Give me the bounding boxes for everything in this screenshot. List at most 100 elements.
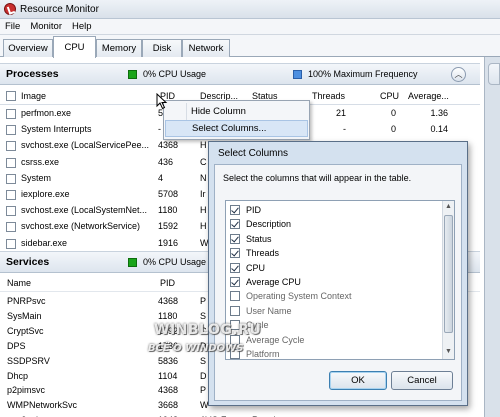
service-name: DPS [7,340,26,351]
column-option-label: Platform [246,349,280,359]
collapse-processes-button[interactable]: ︿ [451,67,466,82]
process-image: perfmon.exe [21,108,72,118]
process-average-cpu: 1.36 [430,108,448,118]
services-cpu-swatch [128,257,137,267]
process-pid: 436 [158,156,174,167]
column-option-label: Cycle [246,320,269,331]
cancel-button[interactable]: Cancel [391,371,453,390]
process-checkbox[interactable] [6,206,16,217]
max-frequency-swatch [293,69,302,79]
column-option-checkbox[interactable] [230,305,240,316]
process-checkbox[interactable] [6,157,16,168]
process-image: System Interrupts [21,124,92,135]
processes-max-frequency: 100% Maximum Frequency [308,69,418,79]
col-threads[interactable]: Threads [312,91,345,101]
column-option-checkbox[interactable] [230,349,240,359]
column-option-checkbox[interactable] [230,262,240,273]
services-cpu-usage: 0% CPU Usage [143,257,207,267]
listbox-scrollbar[interactable]: ▲ ▼ [442,201,454,359]
service-pid: 5836 [158,355,179,366]
columns-listbox[interactable]: Platform Average Cycle Cycle User Name Opera… [225,200,455,360]
process-checkbox[interactable] [6,125,16,136]
col-cpu[interactable]: CPU [380,91,399,101]
process-image: iexplore.exe [21,189,70,199]
process-threads: 21 [335,108,346,118]
process-image: svchost.exe (LocalSystemNet... [21,205,148,216]
tab-overview[interactable]: Overview [3,39,53,57]
select-all-checkbox[interactable] [6,91,16,101]
ok-button[interactable]: OK [329,371,387,390]
service-pid: 1104 [158,370,178,381]
col-service-name[interactable]: Name [7,278,31,288]
tab-network[interactable]: Network [182,39,230,57]
column-option[interactable]: Operating System Context [230,289,352,303]
column-option[interactable]: Platform [230,347,280,359]
column-option-label: Average CPU [246,277,301,287]
tab-bar: Overview CPU Memory Disk Network [0,35,500,58]
process-threads: - [343,124,346,135]
column-option[interactable]: Description [230,217,291,231]
tab-memory[interactable]: Memory [96,39,142,57]
column-context-menu: Hide Column Select Columns... [163,100,310,140]
column-option[interactable]: Threads [230,246,279,260]
tab-cpu[interactable]: CPU [53,36,96,58]
process-image: svchost.exe (LocalServicePee... [21,140,150,151]
service-name: p2pimsvc [7,385,46,396]
column-option-checkbox[interactable] [230,291,240,302]
hide-column-item[interactable]: Hide Column [165,103,308,120]
column-option-checkbox[interactable] [230,248,240,259]
scroll-up-icon[interactable]: ▲ [444,202,453,212]
process-checkbox[interactable] [6,109,16,119]
process-cpu: 0 [390,108,396,118]
column-option-checkbox[interactable] [230,334,240,345]
service-name: CryptSvc [7,325,44,336]
column-option-checkbox[interactable] [230,320,240,331]
column-option[interactable]: PID [230,203,261,217]
process-checkbox[interactable] [6,173,16,184]
scroll-down-icon[interactable]: ▼ [444,347,453,357]
column-option[interactable]: Cycle [230,318,269,332]
col-image[interactable]: Image [21,91,46,101]
menu-file[interactable]: File [5,21,20,32]
col-average[interactable]: Average... [408,91,449,101]
column-option-label: Average Cycle [246,334,305,345]
process-pid: 1592 [158,221,179,232]
column-option[interactable]: Average CPU [230,275,301,289]
tab-disk[interactable]: Disk [142,39,182,57]
cpu-usage-swatch [128,69,137,79]
service-row[interactable]: avg9wd1948AVG Fr...Running [0,413,480,417]
column-option[interactable]: Status [230,232,272,246]
column-option[interactable]: CPU [230,261,265,275]
select-columns-item[interactable]: Select Columns... [165,120,308,137]
column-option-checkbox[interactable] [230,205,240,215]
title-bar: Resource Monitor [0,0,500,19]
column-option-checkbox[interactable] [230,219,240,230]
service-name: WMPNetworkSvc [7,400,78,411]
column-option[interactable]: Average Cycle [230,333,304,347]
column-option[interactable]: User Name [230,304,292,318]
process-pid: 5708 [158,189,179,199]
scrollbar-thumb[interactable] [444,215,453,333]
graph-panel-tab[interactable] [488,63,500,85]
col-service-pid[interactable]: PID [160,278,175,288]
process-cpu: 0 [390,124,396,135]
process-pid: 1916 [158,237,179,248]
column-option-label: Threads [246,248,280,259]
column-option-label: CPU [246,262,266,273]
process-image: csrss.exe [21,156,60,167]
column-option-checkbox[interactable] [230,277,240,287]
process-image: svchost.exe (NetworkService) [21,221,141,232]
process-checkbox[interactable] [6,190,16,200]
mouse-cursor-icon [156,93,168,110]
processes-title: Processes [6,68,59,80]
process-checkbox[interactable] [6,222,16,233]
column-option-checkbox[interactable] [230,233,240,244]
processes-header[interactable]: Processes 0% CPU Usage 100% Maximum Freq… [0,63,480,85]
process-checkbox[interactable] [6,141,16,152]
select-columns-dialog: Select Columns Select the columns that w… [208,141,468,406]
menu-monitor[interactable]: Monitor [30,21,62,32]
service-pid: 1592 [158,325,179,336]
service-pid: 4368 [158,385,179,396]
menu-help[interactable]: Help [72,21,92,32]
process-checkbox[interactable] [6,238,16,249]
